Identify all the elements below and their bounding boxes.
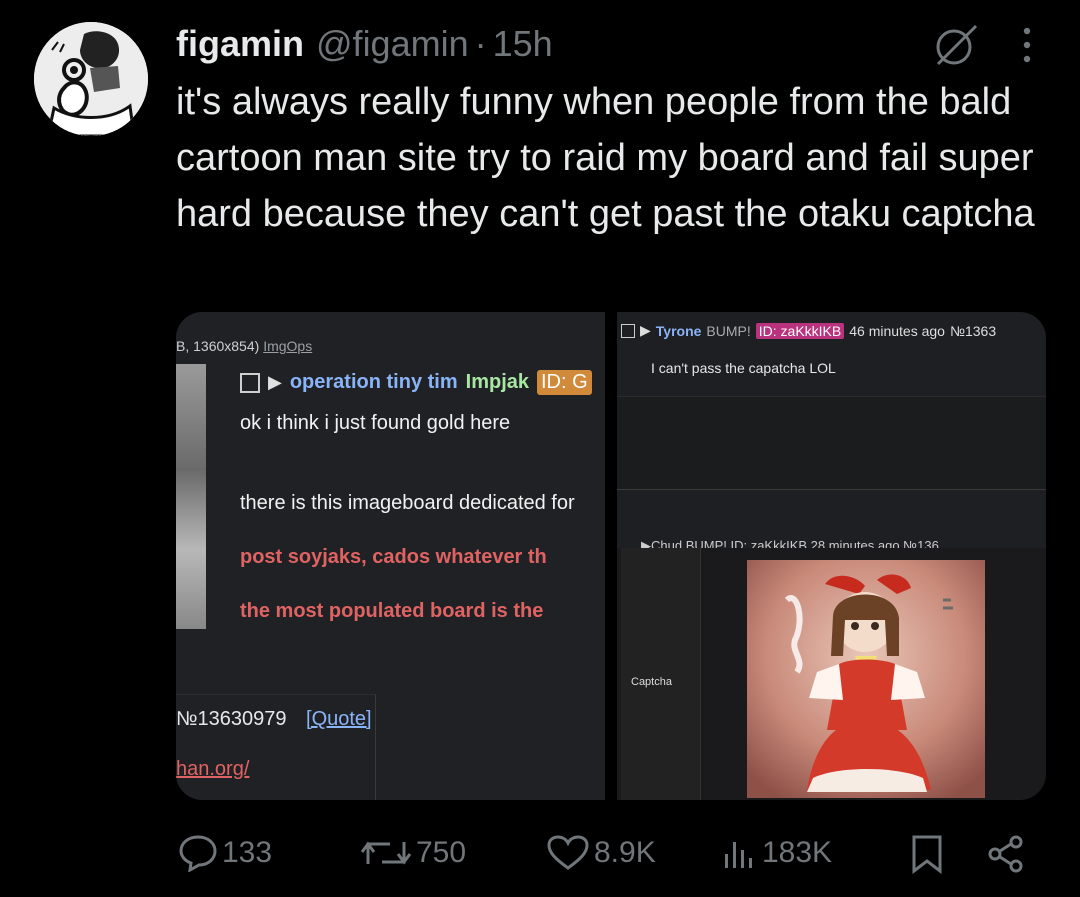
post-header: ▶ operation tiny tim Impjak ID: G xyxy=(240,370,592,395)
expand-triangle-icon: ▶ xyxy=(640,322,651,338)
reply-header: ▶ Tyrone BUMP! ID: zaKkkIKB 46 minutes a… xyxy=(621,322,996,339)
poster-id-badge: ID: G xyxy=(537,370,592,395)
views-count: 183K xyxy=(762,836,833,869)
reply-number: №1363 xyxy=(949,322,997,339)
more-options-icon[interactable] xyxy=(1020,26,1034,64)
reply-id-badge: ID: zaKkkIKB xyxy=(755,322,845,339)
post-number-row: №13630979 [Quote] xyxy=(176,708,372,731)
tweet-media[interactable]: B, 1360x854) ImgOps ▶ operation tiny tim… xyxy=(176,312,1046,800)
post-line-1: ok i think i just found gold here xyxy=(240,412,511,434)
reply-icon xyxy=(179,835,217,872)
image-meta-text: B, 1360x854) xyxy=(176,338,260,354)
site-link: han.org/ xyxy=(176,758,250,780)
separator-dot: · xyxy=(474,23,487,64)
media-screenshot-left[interactable]: B, 1360x854) ImgOps ▶ operation tiny tim… xyxy=(176,312,605,800)
quote-link: [Quote] xyxy=(306,708,372,730)
post-number: №13630979 xyxy=(176,708,287,730)
poster-name: Impjak xyxy=(465,371,529,393)
post-red-line-2: the most populated board is the xyxy=(240,600,544,622)
avatar[interactable] xyxy=(34,22,148,136)
imgops-link: ImgOps xyxy=(263,338,313,354)
like-count: 8.9K xyxy=(594,836,656,869)
post-red-line-1: post soyjaks, cados whatever th xyxy=(240,546,547,568)
share-icon[interactable] xyxy=(986,834,1026,874)
reply-text: I can't pass the capatcha LOL xyxy=(651,360,836,376)
author-handle[interactable]: @figamin xyxy=(316,23,469,65)
repost-icon xyxy=(360,841,412,865)
reply-time: 46 minutes ago xyxy=(849,322,945,339)
reply-divider-band xyxy=(617,396,1046,490)
reply-button[interactable]: 133 xyxy=(178,834,272,872)
repost-count: 750 xyxy=(416,836,467,869)
captcha-label: Captcha xyxy=(631,676,672,688)
tweet-text: it's always really funny when people fro… xyxy=(176,81,1035,235)
heart-icon xyxy=(547,835,589,870)
grok-icon[interactable] xyxy=(930,22,982,68)
captcha-anime-image xyxy=(747,560,985,798)
expand-triangle-icon: ▶ xyxy=(268,372,282,392)
bookmark-icon[interactable] xyxy=(910,834,944,874)
avatar-illustration xyxy=(34,22,148,136)
views-icon xyxy=(725,842,752,868)
captcha-panel: Captcha xyxy=(621,548,701,800)
tweet-header: figamin @figamin · 15h xyxy=(176,18,1060,70)
media-screenshot-bottom-right[interactable]: Captcha xyxy=(617,548,1046,800)
image-thumbnail xyxy=(176,364,206,629)
reply-header-2: ▶Chud BUMP! ID: zaKkkIKB 28 minutes ago … xyxy=(641,538,939,548)
reply-checkbox xyxy=(621,323,635,338)
post-subject: operation tiny tim xyxy=(289,371,458,393)
repost-button[interactable]: 750 xyxy=(360,834,466,872)
reply-name: Tyrone xyxy=(655,322,702,339)
media-screenshot-top-right[interactable]: ▶ Tyrone BUMP! ID: zaKkkIKB 46 minutes a… xyxy=(617,312,1046,548)
reply-bump: BUMP! xyxy=(706,322,751,339)
image-meta: B, 1360x854) ImgOps xyxy=(176,338,312,354)
post-checkbox xyxy=(240,372,260,393)
reply-count: 133 xyxy=(222,836,273,869)
author-name[interactable]: figamin xyxy=(176,23,304,65)
like-button[interactable]: 8.9K xyxy=(546,834,656,872)
views-button[interactable]: 183K xyxy=(722,834,832,872)
post-line-2: there is this imageboard dedicated for xyxy=(240,492,575,514)
timestamp[interactable]: 15h xyxy=(493,23,553,65)
